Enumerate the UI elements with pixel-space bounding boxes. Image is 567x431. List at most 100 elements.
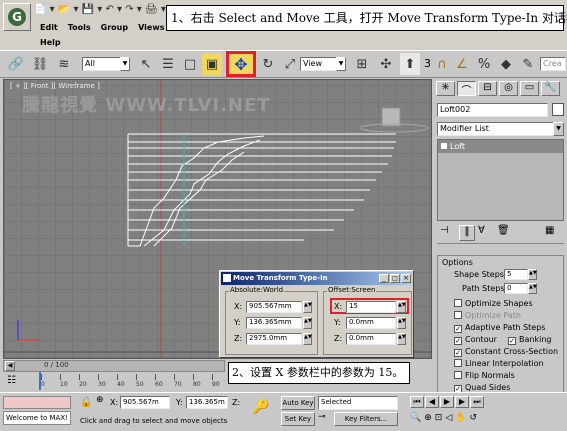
checkbox-icon[interactable] (454, 299, 462, 307)
shape-steps-spinner[interactable]: ▲▼ (528, 269, 537, 280)
goto-end-icon[interactable]: ⏭ (470, 396, 484, 408)
create-tab-icon[interactable]: ✳ (436, 81, 455, 96)
checkbox-icon[interactable]: ✓ (508, 337, 516, 345)
offset-field-input[interactable]: 0.0mm (346, 333, 396, 345)
move-transform-dialog[interactable]: Move Transform Type-In _ □ × Absolute:Wo… (219, 270, 414, 358)
motion-tab-icon[interactable]: ◎ (499, 81, 518, 96)
maximize-icon[interactable]: □ (390, 274, 400, 283)
spinner-snap-icon[interactable]: ◆ (496, 53, 516, 75)
chevron-down-icon[interactable]: ▼ (120, 57, 130, 71)
keyboard-shortcut-icon[interactable]: ⬆ (400, 53, 420, 75)
offset-field-spinner[interactable]: ▲▼ (397, 301, 406, 313)
status-x-field[interactable]: 905.567m (120, 396, 170, 409)
window-crossing-icon[interactable]: ▣ (202, 53, 222, 75)
offset-field-input[interactable]: 15 (346, 301, 396, 313)
scale-icon[interactable]: ⤢ (280, 53, 300, 75)
named-selection-input[interactable]: Crea (540, 57, 566, 71)
display-tab-icon[interactable]: ▭ (520, 81, 539, 96)
prev-key-icon[interactable]: ◀ (425, 396, 439, 408)
zoom-extents-icon[interactable]: ⊡ (435, 413, 443, 423)
rect-selection-icon[interactable]: □ (180, 53, 200, 75)
manipulate-icon[interactable]: ✣ (376, 53, 396, 75)
fov-icon[interactable]: ◁ (445, 413, 452, 423)
option-checkbox[interactable]: Flip Normals (454, 371, 515, 380)
rotate-icon[interactable]: ↻ (258, 53, 278, 75)
track-bar[interactable]: ☷ 0 10 20 30 40 50 60 70 80 90 (3, 372, 225, 392)
offset-field-input[interactable]: 0.0mm (346, 317, 396, 329)
modifier-list-dropdown[interactable]: Modifier List (437, 122, 564, 136)
viewcube-icon[interactable] (359, 107, 429, 133)
menu-views[interactable]: Views (138, 23, 164, 32)
menu-group[interactable]: Group (101, 23, 128, 32)
pivot-center-icon[interactable]: ⊞ (352, 53, 372, 75)
menu-tools[interactable]: Tools (68, 23, 91, 32)
banking-checkbox[interactable]: ✓ Banking (508, 335, 551, 345)
key-filters-button[interactable]: Key Filters... (334, 412, 398, 426)
modifier-stack[interactable]: Loft (437, 139, 564, 221)
percent-snap-icon[interactable]: % (474, 53, 494, 75)
zoom-icon[interactable]: 🔍 (410, 413, 421, 423)
keyframe-icon[interactable]: ⊸ (318, 412, 332, 426)
key-icon[interactable]: 🔑 (252, 399, 269, 415)
option-checkbox[interactable]: ✓ Contour (454, 335, 497, 345)
checkbox-icon[interactable]: ✓ (454, 349, 462, 357)
absolute-mode-icon[interactable]: ⊕ (96, 395, 104, 405)
curve-editor-icon[interactable]: ☷ (7, 375, 16, 386)
checkbox-icon[interactable] (454, 359, 462, 367)
path-steps-input[interactable]: 0 (504, 283, 528, 294)
stack-bulb-icon[interactable] (441, 143, 447, 149)
utilities-tab-icon[interactable]: 🔧 (541, 81, 560, 96)
abs-field-spinner[interactable]: ▲▼ (303, 301, 312, 313)
snaps-toggle-icon[interactable]: ∩ (432, 53, 452, 75)
stack-item-loft[interactable]: Loft (438, 140, 563, 153)
maxscript-listener[interactable]: Welcome to MAX! (3, 411, 71, 425)
play-icon[interactable]: ▶ (440, 396, 454, 408)
orbit-icon[interactable]: ↺ (469, 413, 477, 423)
checkbox-icon[interactable] (454, 371, 462, 379)
time-slider[interactable]: ◀ 0 / 100 (3, 360, 225, 372)
bind-spacewarp-icon[interactable]: ≋ (54, 53, 74, 75)
next-key-icon[interactable]: ▶ (455, 396, 469, 408)
front-viewport[interactable]: [ + ][ Front ][ Wireframe ] 騰龍視覺 WWW.TLV… (3, 79, 432, 359)
menu-help[interactable]: Help (40, 38, 61, 47)
abs-field-spinner[interactable]: ▲▼ (303, 317, 312, 329)
path-steps-spinner[interactable]: ▲▼ (528, 283, 537, 294)
select-and-move-button[interactable]: ✥ (226, 51, 256, 77)
option-checkbox[interactable]: ✓ Constant Cross-Section (454, 347, 558, 357)
configure-sets-icon[interactable]: ▦ (545, 225, 561, 241)
modify-tab-icon[interactable]: ⌒ (457, 81, 476, 97)
status-y-field[interactable]: 136.365m (186, 396, 228, 409)
pin-stack-icon[interactable]: ⊣ (440, 225, 456, 241)
angle-snap-icon[interactable]: ∠ (452, 53, 472, 75)
auto-key-button[interactable]: Auto Key (281, 396, 315, 410)
set-key-button[interactable]: Set Key (281, 412, 315, 426)
shape-steps-input[interactable]: 5 (504, 269, 528, 280)
close-icon[interactable]: × (401, 274, 411, 283)
checkbox-icon[interactable]: ✓ (454, 325, 462, 333)
key-mode-dropdown[interactable]: Selected (318, 396, 398, 410)
option-checkbox[interactable]: Optimize Shapes (454, 299, 533, 308)
prev-frame-icon[interactable]: ◀ (5, 361, 15, 371)
quick-access-icons[interactable]: 📄 ▾ 📂 ▾ 💾 ▾ ↶ ▾ ↷ ▾ 🖨 ▾ (34, 4, 166, 15)
maxscript-mini[interactable] (3, 396, 71, 409)
unlink-icon[interactable]: ⛓ (30, 53, 50, 75)
zoom-all-icon[interactable]: ⊕ (424, 413, 432, 423)
hierarchy-tab-icon[interactable]: ⊟ (478, 81, 497, 96)
offset-field-spinner[interactable]: ▲▼ (397, 317, 406, 329)
edit-named-sel-icon[interactable]: ✎ (518, 53, 538, 75)
abs-field-input[interactable]: 2975.0mm (246, 333, 302, 345)
chevron-down-icon[interactable]: ▼ (553, 122, 564, 136)
select-by-name-icon[interactable]: ☰ (158, 53, 178, 75)
app-logo[interactable]: G (3, 3, 31, 31)
abs-field-input[interactable]: 905.567mm (246, 301, 302, 313)
show-end-result-icon[interactable]: ‖ (459, 225, 475, 241)
goto-start-icon[interactable]: ⏮ (410, 396, 424, 408)
link-icon[interactable]: 🔗 (6, 53, 26, 75)
rollout-title[interactable]: Options (442, 258, 473, 267)
option-checkbox[interactable]: ✓ Adaptive Path Steps (454, 323, 545, 333)
abs-field-input[interactable]: 136.365mm (246, 317, 302, 329)
option-checkbox[interactable]: Optimize Path (454, 311, 521, 320)
abs-field-spinner[interactable]: ▲▼ (303, 333, 312, 345)
option-checkbox[interactable]: Linear Interpolation (454, 359, 544, 368)
minimize-icon[interactable]: _ (379, 274, 389, 283)
